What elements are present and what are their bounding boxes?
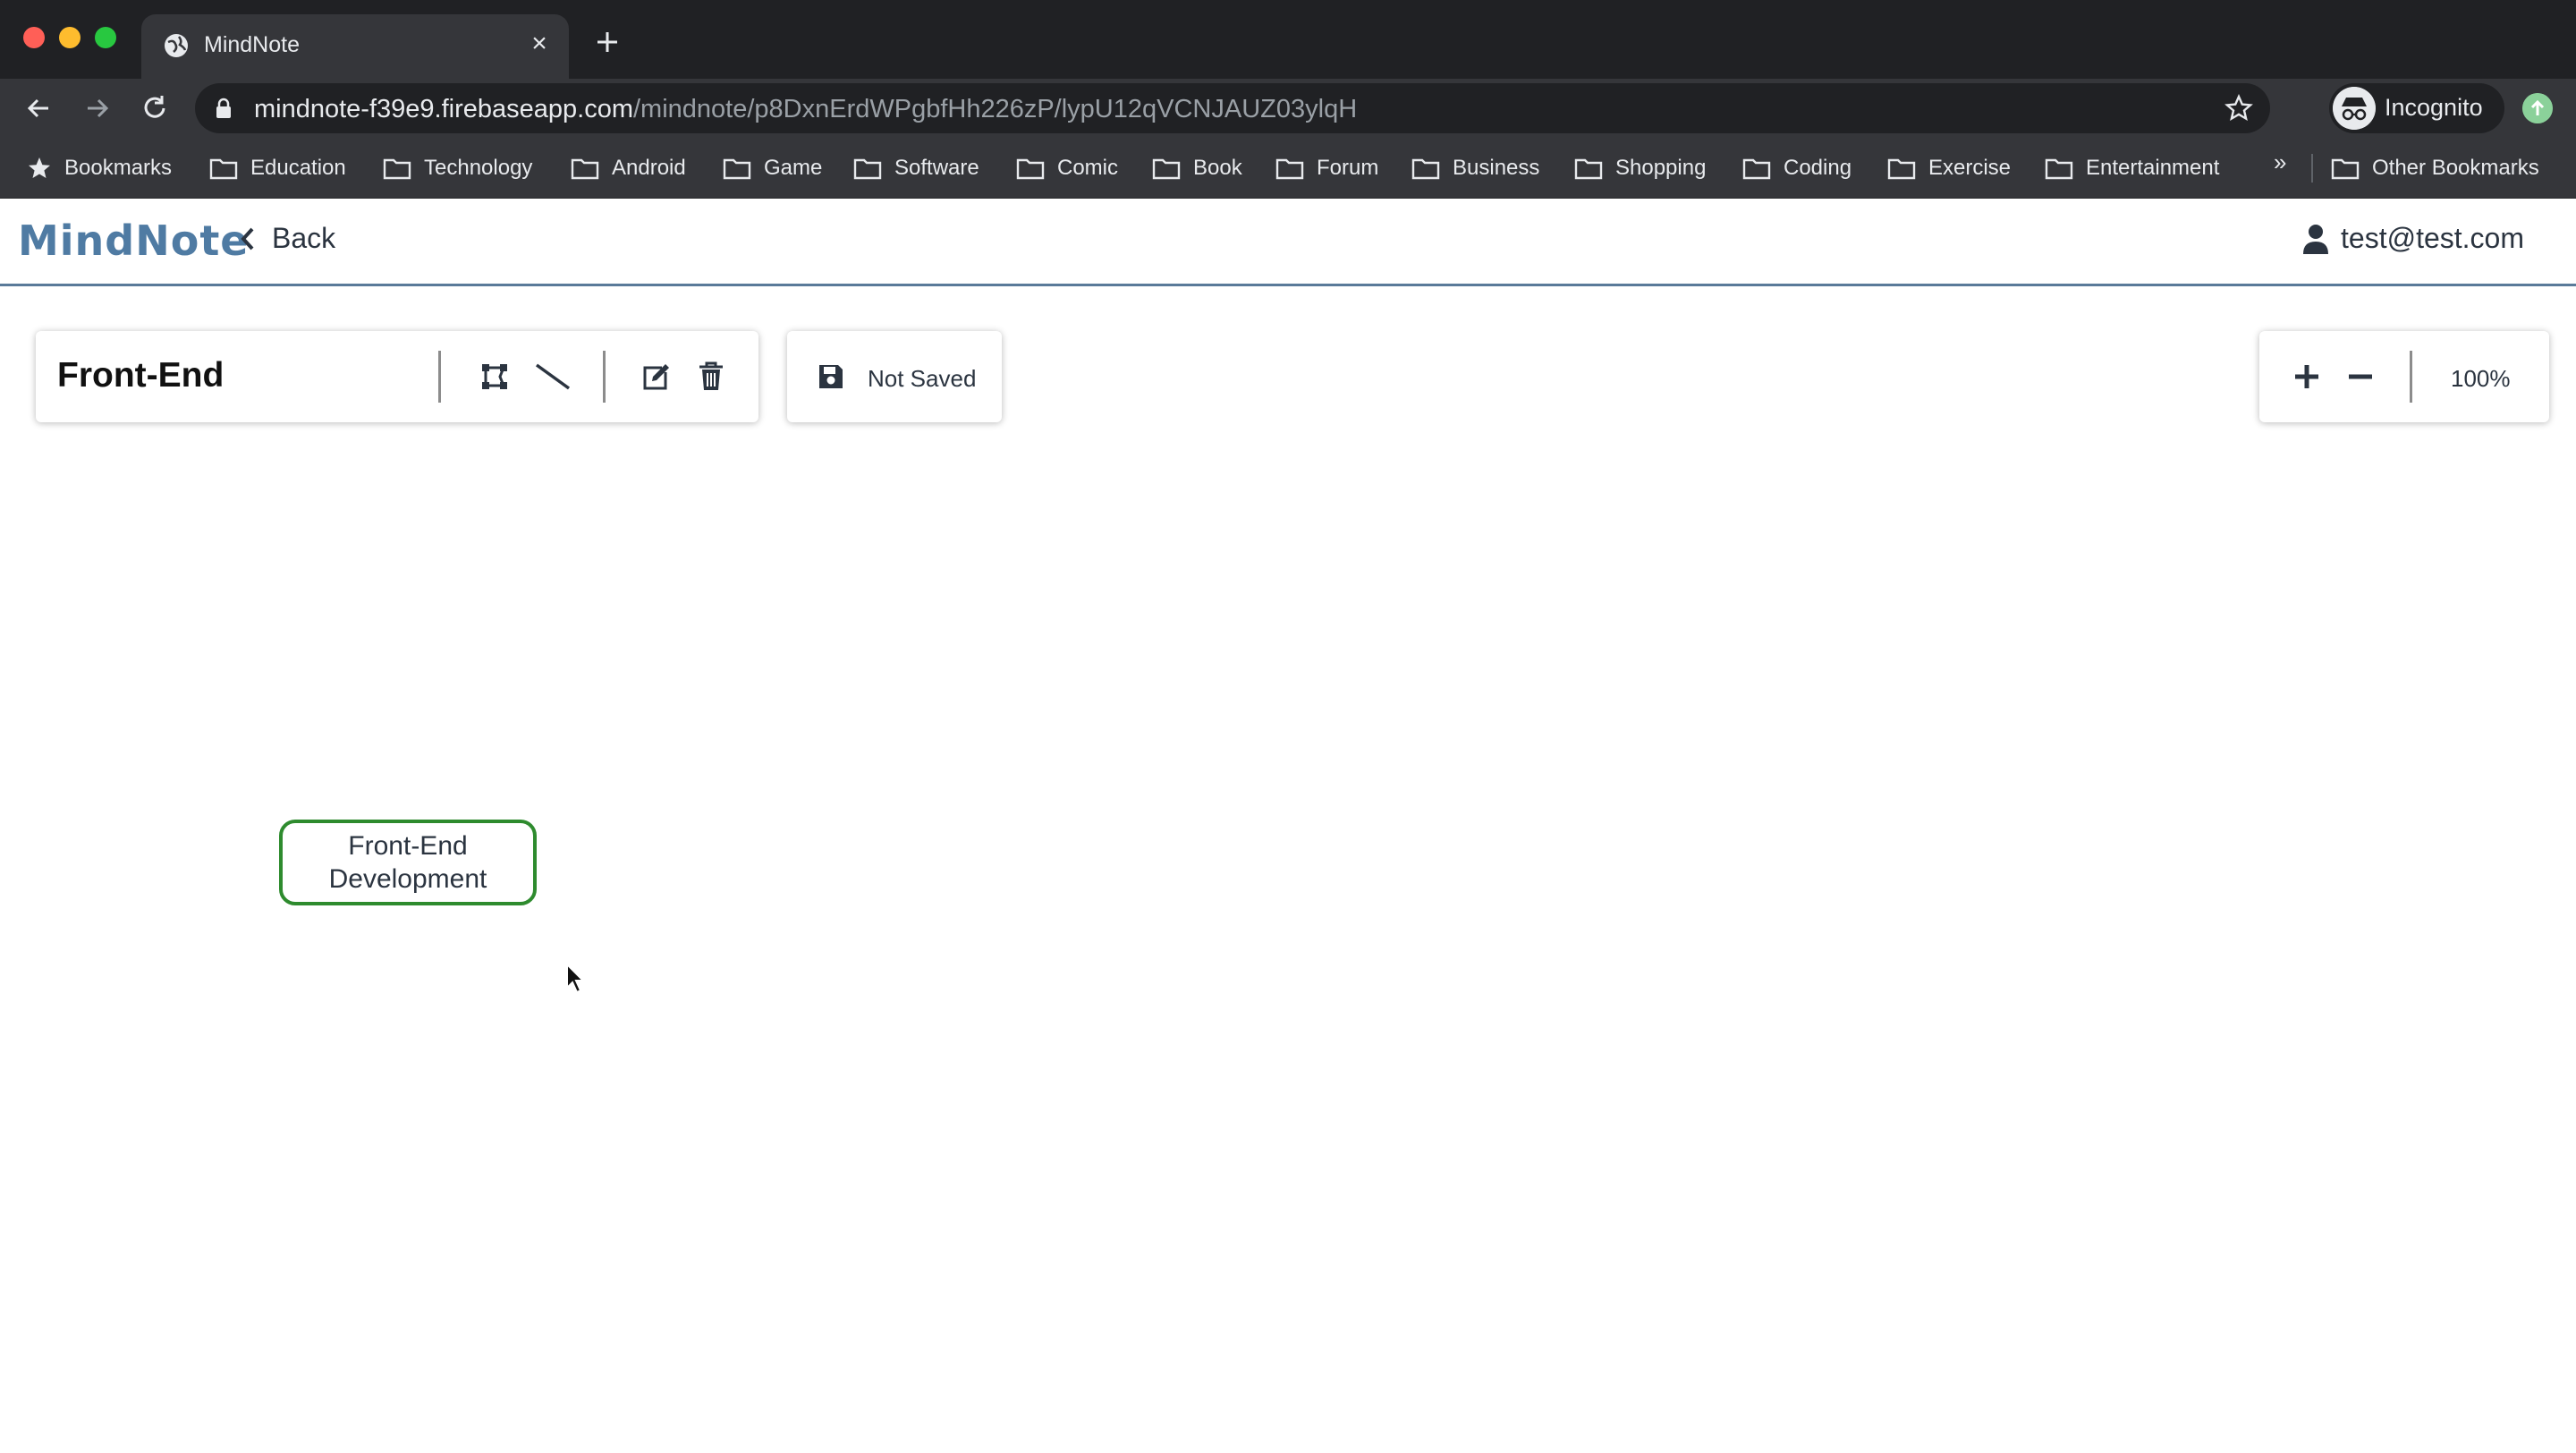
chevron-left-icon — [241, 227, 254, 250]
incognito-label: Incognito — [2385, 94, 2483, 121]
zoom-divider — [2410, 351, 2412, 403]
incognito-icon — [2333, 87, 2376, 130]
folder-icon — [2045, 158, 2073, 180]
bookmark-folder-coding[interactable]: Coding — [1742, 150, 1852, 186]
folder-icon — [383, 158, 411, 180]
bookmark-label: Business — [1453, 156, 1540, 180]
add-node-icon[interactable] — [479, 361, 510, 392]
url-path: /mindnote/p8DxnErdWPgbfHh226zP/lypU12qVC… — [632, 95, 1358, 123]
bookmark-folder-software[interactable]: Software — [853, 150, 979, 186]
bookmark-label: Bookmarks — [64, 156, 173, 180]
folder-icon — [2331, 158, 2360, 180]
toolbar-divider — [603, 351, 606, 403]
bookmark-label: Other Bookmarks — [2372, 156, 2539, 180]
bookmark-folder-entertainment[interactable]: Entertainment — [2045, 150, 2219, 186]
address-bar[interactable]: mindnote-f39e9.firebaseapp.com/mindnote/… — [195, 83, 2270, 133]
plus-icon[interactable] — [592, 27, 623, 57]
folder-icon — [571, 158, 599, 180]
bookmarks-divider — [2311, 154, 2313, 183]
bookmark-folder-android[interactable]: Android — [571, 150, 686, 186]
star-icon[interactable] — [2224, 93, 2254, 123]
bookmark-folder-business[interactable]: Business — [1411, 150, 1539, 186]
folder-icon — [1742, 158, 1771, 180]
user-account[interactable]: test@test.com — [2301, 222, 2524, 255]
bookmark-label: Exercise — [1928, 156, 2012, 180]
globe-icon — [165, 34, 188, 57]
bookmark-label: Shopping — [1615, 156, 1707, 180]
zoom-panel: 100% — [2259, 331, 2549, 422]
toolbar-divider — [438, 351, 441, 403]
url-text: mindnote-f39e9.firebaseapp.com/mindnote/… — [254, 95, 1357, 123]
window-minimize-button[interactable] — [59, 27, 80, 48]
bookmark-folder-technology[interactable]: Technology — [383, 150, 532, 186]
bookmark-label: Forum — [1317, 156, 1379, 180]
browser-tab[interactable]: MindNote × — [141, 14, 569, 79]
bookmark-folder-book[interactable]: Book — [1152, 150, 1242, 186]
bookmark-label: Software — [894, 156, 979, 180]
folder-icon — [1574, 158, 1603, 180]
update-icon[interactable] — [2522, 93, 2553, 123]
bookmarks-bar: Bookmarks Education Technology Android G… — [0, 138, 2576, 199]
folder-icon — [209, 158, 238, 180]
star-icon — [29, 157, 50, 178]
forward-arrow-icon[interactable] — [80, 91, 114, 125]
folder-icon — [853, 158, 882, 180]
bookmark-folder-other[interactable]: Other Bookmarks — [2331, 150, 2539, 186]
folder-icon — [1887, 158, 1916, 180]
browser-toolbar: mindnote-f39e9.firebaseapp.com/mindnote/… — [0, 79, 2576, 138]
incognito-profile-button[interactable]: Incognito — [2329, 83, 2504, 133]
bookmark-label: Technology — [424, 156, 533, 180]
folder-icon — [1275, 158, 1304, 180]
save-status-label: Not Saved — [868, 365, 977, 392]
user-email: test@test.com — [2341, 222, 2524, 254]
close-icon[interactable]: × — [526, 30, 553, 57]
mindmap-node[interactable]: Front-End Development — [279, 820, 537, 905]
connect-line-icon[interactable] — [533, 361, 572, 392]
bookmark-folder-shopping[interactable]: Shopping — [1574, 150, 1706, 186]
bookmark-folder-comic[interactable]: Comic — [1016, 150, 1118, 186]
folder-icon — [1411, 158, 1440, 180]
bookmark-label: Android — [612, 156, 686, 180]
bookmark-folder-game[interactable]: Game — [723, 150, 822, 186]
window-zoom-button[interactable] — [95, 27, 116, 48]
window-close-button[interactable] — [23, 27, 45, 48]
bookmark-label: Entertainment — [2086, 156, 2220, 180]
app-logo[interactable]: MindNote — [18, 217, 250, 265]
lock-icon[interactable] — [215, 98, 233, 119]
bookmark-label: Coding — [1784, 156, 1852, 180]
back-button[interactable]: Back — [238, 222, 335, 255]
reload-icon[interactable] — [138, 91, 172, 125]
browser-tab-strip: MindNote × — [0, 0, 2576, 79]
edit-icon[interactable] — [640, 361, 671, 392]
bookmark-folder-education[interactable]: Education — [209, 150, 346, 186]
bookmark-folder-forum[interactable]: Forum — [1275, 150, 1378, 186]
bookmark-label: Book — [1193, 156, 1242, 180]
save-status-panel[interactable]: Not Saved — [787, 331, 1002, 422]
bookmarks-overflow-button[interactable]: » — [2274, 149, 2286, 176]
tab-title: MindNote — [204, 32, 300, 57]
bookmark-folder-exercise[interactable]: Exercise — [1887, 150, 2011, 186]
bookmark-label: Education — [250, 156, 346, 180]
bookmark-bookmarks[interactable]: Bookmarks — [27, 150, 172, 186]
zoom-level: 100% — [2451, 365, 2511, 392]
folder-icon — [723, 158, 751, 180]
user-icon — [2303, 224, 2329, 254]
mouse-cursor-icon — [566, 963, 586, 994]
map-title[interactable]: Front-End — [57, 356, 224, 395]
trash-icon[interactable] — [696, 361, 726, 392]
save-icon — [819, 365, 843, 388]
back-label: Back — [272, 222, 336, 254]
url-host: mindnote-f39e9.firebaseapp.com — [254, 95, 633, 123]
back-arrow-icon[interactable] — [21, 91, 55, 125]
app-header: MindNote Back test@test.com — [0, 199, 2576, 286]
folder-icon — [1152, 158, 1181, 180]
zoom-in-icon[interactable] — [2292, 361, 2322, 392]
map-tools-panel: Front-End — [36, 331, 758, 422]
zoom-out-icon[interactable] — [2345, 361, 2376, 392]
folder-icon — [1016, 158, 1045, 180]
bookmark-label: Comic — [1057, 156, 1119, 180]
bookmark-label: Game — [764, 156, 823, 180]
